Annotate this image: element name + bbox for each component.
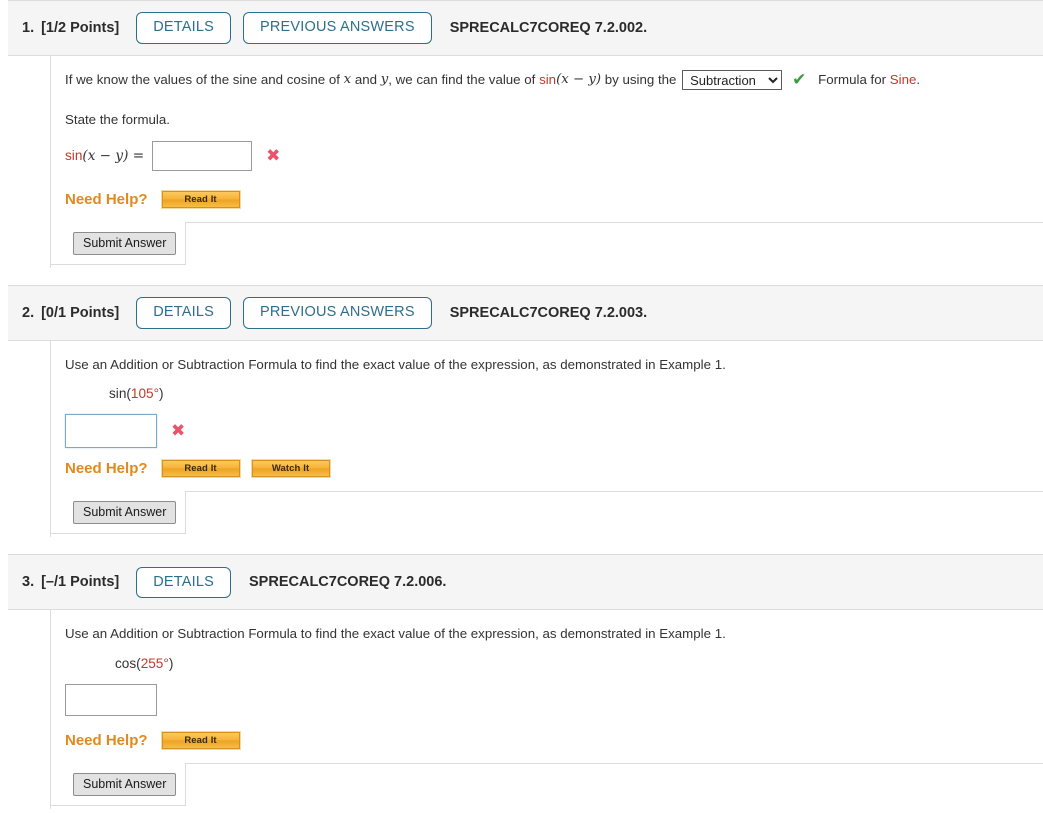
question-3-submit-answer-button[interactable]: Submit Answer [73,772,177,796]
question-1-sub-label: State the formula. [65,112,170,127]
question-2-expression-value: 105° [130,386,160,402]
question-3-points: [–/1 Points] [41,574,120,591]
prompt-text-part-4: by using the [601,72,681,88]
question-2-points: [0/1 Points] [41,305,120,321]
question-3-header: 3. [–/1 Points] DETAILS SPRECALC7COREQ 7… [8,554,1043,611]
prompt-text-part-3: , we can find the value of [388,72,540,88]
question-2-number: 2. [22,305,35,321]
question-2-submit-rule [186,491,1043,493]
question-3-expression-value: 255° [140,655,169,671]
question-2-expression-close-paren: ) [159,386,164,402]
question-2-need-help-label: Need Help? [65,460,148,478]
question-2-instruction: Use an Addition or Subtraction Formula t… [65,357,726,372]
question-2-submit-answer-button[interactable]: Submit Answer [73,501,177,525]
question-3-details-button[interactable]: DETAILS [136,566,232,599]
prompt-variable-x: x [343,72,352,88]
question-2-watch-it-button[interactable]: Watch It [250,459,331,479]
prompt-text-part-2: and [351,72,381,88]
formula-lead: sin(x − y) = [65,148,144,164]
question-gap-2 [0,537,1043,554]
prompt-highlight-sine: Sine [889,72,917,88]
question-2-submit-zone: Submit Answer [51,491,1043,535]
prompt-text-part-1: If we know the values of the sine and co… [65,72,344,88]
question-2-body: Use an Addition or Subtraction Formula t… [50,341,1043,538]
question-3-expression: cos(255°) [115,656,1043,671]
question-1-read-it-button[interactable]: Read It [160,190,241,209]
question-1-prompt: If we know the values of the sine and co… [65,70,1043,90]
question-1-need-help-label: Need Help? [65,191,148,208]
question-3-code: SPRECALC7COREQ 7.2.006. [249,574,447,591]
question-3-expression-function: cos [115,655,137,671]
question-1-submit-rule [186,222,1043,223]
question-1-details-button[interactable]: DETAILS [136,12,232,44]
question-1-need-help: Need Help? Read It [65,190,1043,209]
question-1-submit-zone: Submit Answer [51,222,1043,266]
question-1-answer-input[interactable] [152,141,253,171]
question-3-need-help: Need Help? Read It [65,730,1043,750]
question-2-previous-answers-button[interactable]: PREVIOUS ANSWERS [243,297,432,329]
question-1-submit-answer-button[interactable]: Submit Answer [73,232,177,255]
question-3-expression-close-paren: ) [168,655,174,671]
question-3-answer-input[interactable] [65,683,157,716]
assignment-page: 1. [1/2 Points] DETAILS PREVIOUS ANSWERS… [0,0,1043,813]
question-3-submit-zone: Submit Answer [51,762,1043,807]
prompt-text-part-6: . [916,72,921,88]
prompt-variable-y: y [380,72,389,88]
question-2-expression-function: sin [109,386,127,402]
question-gap-1 [0,268,1043,285]
question-1-number: 1. [22,20,35,36]
question-2-answer-row: ✖ [65,414,1043,449]
question-1-formula-row: sin(x − y) = ✖ [65,141,1043,171]
x-icon: ✖ [171,420,186,441]
question-2-expression: sin(105°) [109,386,1043,401]
check-icon: ✔ [792,69,807,90]
question-2-read-it-button[interactable]: Read It [160,459,241,479]
prompt-expression-function: sin [539,72,557,88]
prompt-text-part-5: Formula for [814,72,890,88]
question-3: 3. [–/1 Points] DETAILS SPRECALC7COREQ 7… [0,554,1043,809]
question-3-number: 3. [22,574,35,591]
question-3-submit-rule [186,762,1043,764]
question-3-instruction: Use an Addition or Subtraction Formula t… [65,626,726,642]
question-1-previous-answers-button[interactable]: PREVIOUS ANSWERS [243,12,432,44]
question-1-code: SPRECALC7COREQ 7.2.002. [449,20,648,36]
question-1-points: [1/2 Points] [41,20,120,36]
question-3-answer-row [65,683,1043,716]
question-3-body: Use an Addition or Subtraction Formula t… [50,610,1043,809]
question-2: 2. [0/1 Points] DETAILS PREVIOUS ANSWERS… [0,285,1043,538]
x-icon: ✖ [266,145,281,166]
question-1: 1. [1/2 Points] DETAILS PREVIOUS ANSWERS… [0,0,1043,268]
formula-lead-function: sin [65,148,83,163]
question-2-header: 2. [0/1 Points] DETAILS PREVIOUS ANSWERS… [8,285,1043,341]
question-1-body: If we know the values of the sine and co… [50,56,1043,268]
prompt-expression-argument: (x − y) [556,72,602,88]
question-1-header: 1. [1/2 Points] DETAILS PREVIOUS ANSWERS… [8,0,1043,56]
question-2-need-help: Need Help? Read It Watch It [65,459,1043,479]
question-2-details-button[interactable]: DETAILS [136,297,232,329]
question-3-read-it-button[interactable]: Read It [160,730,241,750]
question-2-answer-input[interactable] [65,414,157,449]
formula-type-select[interactable]: Subtraction [682,70,783,90]
question-3-need-help-label: Need Help? [65,731,148,749]
formula-lead-argument: (x − y) = [82,148,145,164]
question-2-code: SPRECALC7COREQ 7.2.003. [449,305,648,321]
